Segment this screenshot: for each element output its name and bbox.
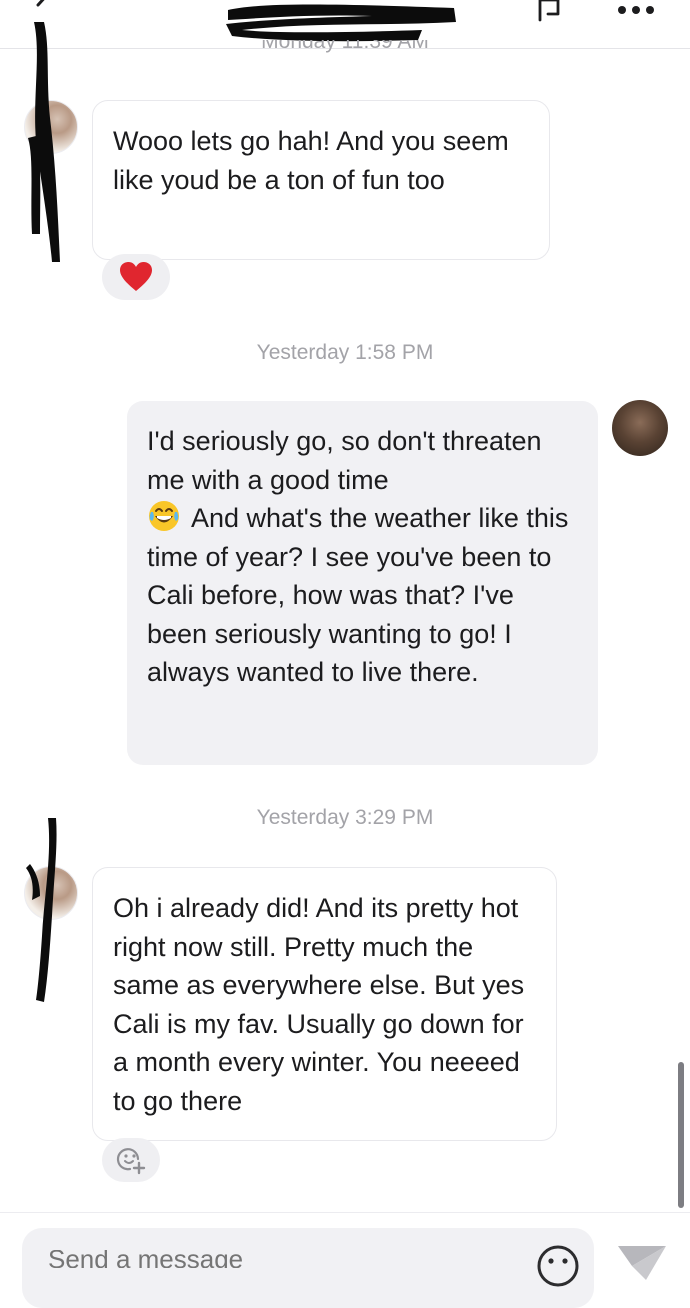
contact-avatar[interactable]: [24, 866, 78, 920]
message-timestamp: Monday 11:39 AM: [261, 40, 429, 53]
message-input[interactable]: [48, 1250, 468, 1268]
message-text: Wooo lets go hah! And you seem like youd…: [113, 126, 509, 195]
message-text: And what's the weather like this time of…: [147, 503, 569, 687]
add-reaction-button[interactable]: [102, 1138, 160, 1182]
message-composer: [22, 1228, 594, 1308]
message-text: I'd seriously go, so don't threaten me w…: [147, 426, 542, 495]
heart-reaction[interactable]: [102, 254, 170, 300]
incoming-message-bubble[interactable]: Oh i already did! And its pretty hot rig…: [92, 867, 557, 1141]
tears-of-joy-emoji-icon: [149, 501, 179, 531]
send-icon[interactable]: [616, 1244, 668, 1280]
flag-icon[interactable]: [534, 0, 564, 24]
emoji-icon[interactable]: [536, 1244, 580, 1288]
message-timestamp: Yesterday 1:58 PM: [256, 341, 434, 364]
chevron-left-icon[interactable]: [28, 0, 54, 18]
my-avatar[interactable]: [612, 400, 668, 456]
more-dots-icon[interactable]: [612, 2, 660, 18]
heart-icon: [120, 262, 152, 291]
contact-avatar[interactable]: [24, 100, 78, 154]
outgoing-message-bubble[interactable]: I'd seriously go, so don't threaten me w…: [127, 401, 598, 765]
scrollbar[interactable]: [678, 1062, 684, 1208]
add-reaction-icon: [116, 1148, 146, 1175]
composer-divider: [0, 1212, 690, 1213]
message-timestamp: Yesterday 3:29 PM: [256, 806, 434, 829]
incoming-message-bubble[interactable]: Wooo lets go hah! And you seem like youd…: [92, 100, 550, 260]
contact-name-redaction: [226, 4, 456, 42]
message-text: Oh i already did! And its pretty hot rig…: [113, 893, 525, 1116]
